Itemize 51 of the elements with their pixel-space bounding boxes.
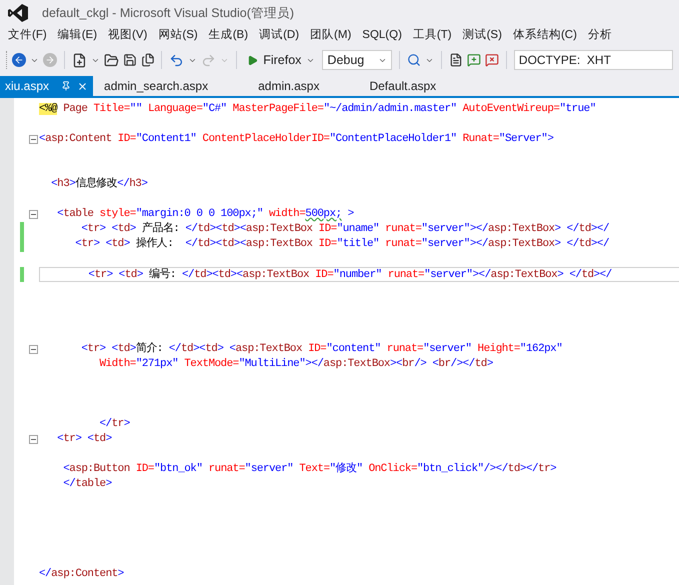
menu-item[interactable]: 团队(M) (307, 27, 354, 45)
menu-item[interactable]: 分析 (584, 27, 615, 45)
menu-item[interactable]: 调试(D) (256, 27, 302, 45)
document-tab[interactable]: admin_search.aspx (99, 76, 214, 96)
code-line: <tr> <td> 产品名: </td><td><asp:TextBox ID="uname" runat="server"></asp:TextBox> </td></ (80, 222, 610, 237)
code-line: </table> (62, 477, 112, 492)
window-title: default_ckgl - Microsoft Visual Studio(管理员) (42, 4, 294, 22)
collapse-icon[interactable] (29, 210, 38, 219)
menu-item[interactable]: 工具(T) (410, 27, 455, 45)
logo-icon (8, 4, 28, 22)
open-icon[interactable] (104, 52, 119, 68)
document-tab[interactable]: Default.aspx (364, 76, 442, 96)
save-all-icon[interactable] (140, 53, 154, 67)
document-tab[interactable]: xiu.aspx (0, 76, 94, 96)
code-editor[interactable] (0, 98, 679, 585)
code-line: </asp:Content> (39, 567, 124, 582)
menu-item[interactable]: 生成(B) (206, 27, 252, 45)
configuration-dropdown[interactable]: Debug (322, 50, 392, 70)
collapse-icon[interactable] (29, 345, 38, 354)
pin-icon[interactable] (61, 81, 72, 91)
menu-item[interactable]: 网站(S) (155, 27, 201, 45)
run-button[interactable]: Firefox (244, 50, 318, 70)
menu-item[interactable]: 文件(F) (0, 27, 50, 45)
menu-item[interactable]: 体系结构(C) (510, 27, 580, 45)
code-line: <h3>信息修改</h3> (50, 177, 148, 192)
code-line: </tr> (98, 417, 130, 432)
search-icon[interactable] (407, 53, 422, 67)
close-icon[interactable] (77, 80, 88, 92)
collapse-icon[interactable] (29, 435, 38, 444)
doctype-dropdown[interactable]: DOCTYPE: XHT (514, 50, 674, 70)
code-line: <tr> <td> (56, 432, 112, 447)
back-icon[interactable] (12, 53, 26, 67)
undo-icon[interactable] (169, 52, 184, 68)
collapse-icon[interactable] (29, 135, 38, 144)
new-file-icon[interactable] (72, 52, 87, 68)
code-line: <asp:Content ID="Content1" ContentPlaceHolderID="ContentPlaceHolder1" Runat="Server"> (39, 132, 554, 147)
menu-item[interactable]: SQL(Q) (359, 27, 405, 45)
code-line: <tr> <td>简介: </td><td> <asp:TextBox ID="content" runat="server" Height="162px" (80, 342, 562, 357)
menu-item[interactable]: 视图(V) (105, 27, 150, 45)
menu-item[interactable]: 测试(S) (460, 27, 505, 45)
menu-item[interactable]: 编辑(E) (54, 27, 100, 45)
code-line: Width="271px" TextMode="MultiLine"></asp:TextBox><br/> <br/></td> (98, 357, 493, 372)
play-icon (247, 54, 258, 66)
document-icon[interactable] (449, 53, 464, 67)
code-line: <asp:Button ID="btn_ok" runat="server" Text="修改" OnClick="btn_click"/></td></tr> (62, 462, 556, 477)
document-tab[interactable]: admin.aspx (253, 76, 324, 96)
remove-comment-icon[interactable] (484, 53, 499, 67)
code-line: <table style="margin:0 0 0 100px;" width=500px; > (56, 207, 354, 222)
code-line: <tr> <td> 操作人: </td><td><asp:TextBox ID="title" runat="server"></asp:TextBox> </td></ (74, 237, 610, 252)
add-comment-icon[interactable] (467, 53, 481, 67)
save-icon[interactable] (122, 53, 137, 67)
